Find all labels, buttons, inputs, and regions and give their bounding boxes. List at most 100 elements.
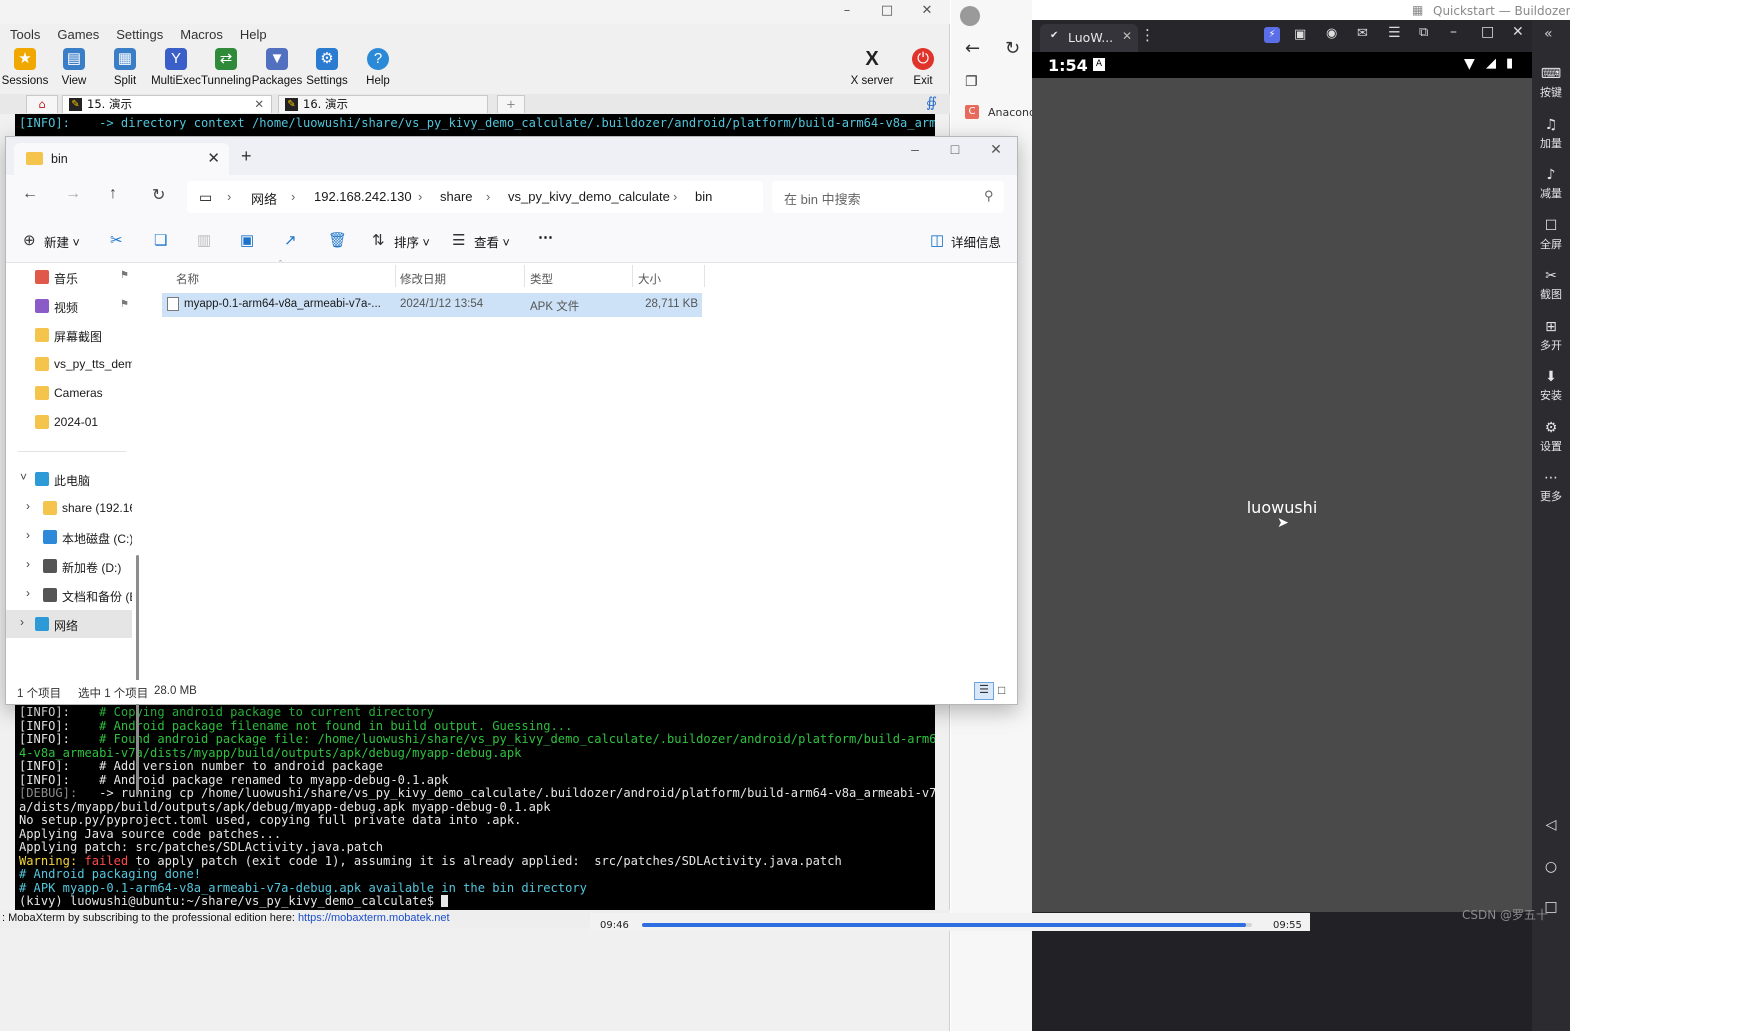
close-tab-icon[interactable]: ✕: [207, 149, 220, 167]
column-header-name[interactable]: 名称: [176, 271, 199, 291]
refresh-icon[interactable]: ↻: [152, 185, 165, 205]
new-button[interactable]: 新建 ˅: [44, 232, 80, 251]
tree-item[interactable]: › 文档和备份 (E: [6, 581, 132, 609]
sidebar-button[interactable]: ⌨ 按键: [1532, 64, 1570, 100]
minimize-button[interactable]: –: [826, 0, 868, 24]
sidebar-button[interactable]: ⋯ 更多: [1532, 468, 1570, 504]
chevron-down-icon[interactable]: ˅: [20, 470, 27, 484]
column-divider[interactable]: [395, 265, 396, 287]
share-icon[interactable]: ↗: [284, 231, 297, 249]
nav-back-button[interactable]: ◁: [1532, 815, 1570, 835]
menu-help[interactable]: Help: [229, 24, 273, 42]
details-button[interactable]: 详细信息: [951, 232, 1001, 251]
browser-item[interactable]: Anacond: [988, 106, 1036, 119]
exit-button[interactable]: ⏻ Exit: [896, 48, 950, 87]
back-arrow-icon[interactable]: ←: [22, 185, 38, 203]
forward-arrow-icon[interactable]: →: [65, 185, 81, 203]
home-tab[interactable]: ⌂: [26, 95, 58, 113]
cut-icon[interactable]: ✂: [110, 231, 123, 249]
breadcrumb-item[interactable]: share: [440, 189, 473, 204]
paperclip-icon[interactable]: ∯: [926, 95, 937, 111]
gamepad-icon[interactable]: ▣: [1294, 27, 1306, 42]
column-divider[interactable]: [704, 265, 705, 287]
more-vertical-icon[interactable]: ⋮: [1140, 26, 1155, 44]
file-row[interactable]: myapp-0.1-arm64-v8a_armeabi-v7a-... 2024…: [162, 293, 702, 317]
back-arrow-icon[interactable]: ←: [965, 38, 980, 59]
nav-item[interactable]: vs_py_tts_demo: [6, 350, 132, 378]
packages-button[interactable]: ▼ Packages: [250, 48, 304, 87]
collapse-icon[interactable]: «: [1544, 26, 1553, 42]
delete-icon[interactable]: 🗑: [328, 231, 347, 249]
tree-item[interactable]: › 新加卷 (D:): [6, 552, 132, 580]
nav-item[interactable]: 音乐 ⚑: [6, 263, 132, 291]
session-tab[interactable]: ✎ 15. 演示 ✕: [62, 95, 272, 113]
timeline-track[interactable]: [642, 923, 1252, 927]
explorer-tab[interactable]: bin ✕: [14, 143, 229, 175]
menu-macros[interactable]: Macros: [169, 24, 229, 42]
xserver-button[interactable]: X X server: [845, 48, 899, 87]
boost-icon[interactable]: ⚡: [1264, 27, 1280, 43]
tree-item[interactable]: › share (192.16: [6, 494, 132, 522]
minimize-button[interactable]: –: [1450, 24, 1457, 40]
sessions-button[interactable]: ★ Sessions: [0, 48, 52, 87]
column-header-size[interactable]: 大小: [638, 271, 661, 291]
menu-settings[interactable]: Settings: [105, 24, 169, 42]
maximize-button[interactable]: □: [866, 0, 908, 24]
view-button[interactable]: 查看 ˅: [474, 232, 510, 251]
chevron-right-icon[interactable]: ›: [26, 499, 30, 513]
tree-item[interactable]: › 网络: [6, 610, 132, 638]
breadcrumb[interactable]: ▭ › 网络 › 192.168.242.130 › share › vs_py…: [187, 181, 763, 213]
session-tab[interactable]: ✎ 16. 演示: [278, 95, 488, 113]
nav-item[interactable]: 视频 ⚑: [6, 292, 132, 320]
split-button[interactable]: ▦ Split: [98, 48, 152, 87]
column-divider[interactable]: [632, 265, 633, 287]
menu-tools[interactable]: Tools: [0, 24, 46, 42]
close-tab-icon[interactable]: ✕: [254, 96, 264, 113]
breadcrumb-item[interactable]: 网络: [251, 189, 277, 208]
tunneling-button[interactable]: ⇄ Tunneling: [199, 48, 253, 87]
chevron-right-icon[interactable]: ›: [26, 586, 30, 600]
menu-games[interactable]: Games: [46, 24, 105, 42]
status-link[interactable]: https://mobaxterm.mobatek.net: [298, 912, 450, 924]
sidebar-button[interactable]: ☐ 全屏: [1532, 216, 1570, 252]
breadcrumb-item[interactable]: bin: [695, 189, 712, 204]
nav-item[interactable]: Cameras: [6, 379, 132, 407]
column-divider[interactable]: [524, 265, 525, 287]
sidebar-button[interactable]: ⊞ 多开: [1532, 317, 1570, 353]
sidebar-button[interactable]: ✂ 截图: [1532, 266, 1570, 302]
close-button[interactable]: ✕: [906, 0, 948, 24]
multiexec-button[interactable]: Y MultiExec: [149, 48, 203, 87]
nav-item[interactable]: 屏幕截图: [6, 321, 132, 349]
column-header-type[interactable]: 类型: [530, 271, 553, 291]
tree-item[interactable]: ˅ 此电脑: [6, 465, 132, 493]
avatar[interactable]: [960, 6, 980, 26]
tree-item[interactable]: › 本地磁盘 (C:): [6, 523, 132, 551]
breadcrumb-item[interactable]: 192.168.242.130: [314, 189, 412, 204]
breadcrumb-item[interactable]: vs_py_kivy_demo_calculate: [508, 189, 670, 204]
new-tab-button[interactable]: +: [241, 146, 252, 167]
help-button[interactable]: ? Help: [351, 48, 405, 87]
sidebar-button[interactable]: ⬇ 安装: [1532, 367, 1570, 403]
android-screen[interactable]: luowushi ➤: [1032, 78, 1532, 912]
view-button[interactable]: ▤ View: [47, 48, 101, 87]
sidebar-button[interactable]: ⚙ 设置: [1532, 418, 1570, 454]
tabs-icon[interactable]: ❐: [965, 74, 978, 90]
search-input[interactable]: 在 bin 中搜索 ⚲: [772, 181, 1004, 213]
close-button[interactable]: ✕: [1512, 24, 1524, 40]
chevron-right-icon[interactable]: ›: [20, 615, 24, 629]
thumbnail-view-icon[interactable]: □: [998, 683, 1005, 697]
nav-item[interactable]: 2024-01: [6, 408, 132, 436]
menu-icon[interactable]: ☰: [1388, 25, 1401, 41]
details-view-icon[interactable]: ☰: [974, 682, 994, 700]
close-tab-icon[interactable]: ✕: [1122, 29, 1132, 43]
mail-icon[interactable]: ✉: [1357, 26, 1368, 41]
restore-icon[interactable]: ⧉: [1419, 25, 1428, 40]
nav-home-button[interactable]: ○: [1532, 857, 1570, 877]
maximize-button[interactable]: □: [1481, 24, 1494, 40]
sort-button[interactable]: 排序 ˅: [394, 232, 430, 251]
settings-button[interactable]: ⚙ Settings: [300, 48, 354, 87]
nav-scrollbar[interactable]: [136, 555, 139, 795]
chevron-right-icon[interactable]: ›: [26, 557, 30, 571]
paste-icon[interactable]: ▥: [197, 231, 211, 249]
new-tab-button[interactable]: +: [497, 95, 525, 113]
